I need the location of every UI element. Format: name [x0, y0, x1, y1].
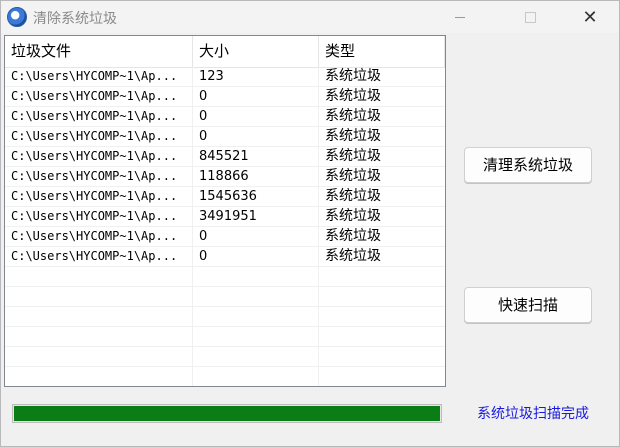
column-header-file[interactable]: 垃圾文件: [5, 36, 193, 67]
minimize-button[interactable]: [437, 1, 483, 33]
cell-type: 系统垃圾: [325, 148, 381, 164]
cell-file-path: C:\Users\HYCOMP~1\Ap...: [11, 89, 178, 103]
table-row[interactable]: C:\Users\HYCOMP~1\Ap... 123 系统垃圾: [5, 67, 445, 87]
table-row[interactable]: [5, 307, 445, 327]
cell-type: 系统垃圾: [325, 128, 381, 144]
title-bar[interactable]: 清除系统垃圾 ✕: [1, 1, 619, 33]
maximize-icon: [524, 11, 536, 23]
cell-file-path: C:\Users\HYCOMP~1\Ap...: [11, 109, 178, 123]
table-row[interactable]: C:\Users\HYCOMP~1\Ap... 0 系统垃圾: [5, 247, 445, 267]
table-row[interactable]: C:\Users\HYCOMP~1\Ap... 845521 系统垃圾: [5, 147, 445, 167]
cell-type: 系统垃圾: [325, 208, 381, 224]
cell-file-path: C:\Users\HYCOMP~1\Ap...: [11, 69, 178, 83]
table-row[interactable]: [5, 327, 445, 347]
clean-junk-button[interactable]: 清理系统垃圾: [464, 147, 592, 183]
cell-size: 0: [199, 89, 208, 104]
cell-file-path: C:\Users\HYCOMP~1\Ap...: [11, 189, 178, 203]
cell-size: 0: [199, 229, 208, 244]
cell-size: 1545636: [199, 189, 257, 204]
table-row[interactable]: [5, 367, 445, 386]
list-header: 垃圾文件 大小 类型: [5, 36, 445, 68]
cell-type: 系统垃圾: [325, 188, 381, 204]
table-row[interactable]: C:\Users\HYCOMP~1\Ap... 0 系统垃圾: [5, 127, 445, 147]
table-row[interactable]: C:\Users\HYCOMP~1\Ap... 0 系统垃圾: [5, 107, 445, 127]
close-icon: ✕: [582, 6, 598, 28]
window-title: 清除系统垃圾: [33, 11, 117, 27]
table-row[interactable]: C:\Users\HYCOMP~1\Ap... 1545636 系统垃圾: [5, 187, 445, 207]
cell-size: 0: [199, 249, 208, 264]
cell-file-path: C:\Users\HYCOMP~1\Ap...: [11, 229, 178, 243]
table-row[interactable]: C:\Users\HYCOMP~1\Ap... 3491951 系统垃圾: [5, 207, 445, 227]
column-header-size[interactable]: 大小: [193, 36, 319, 67]
quick-scan-button[interactable]: 快速扫描: [464, 287, 592, 323]
minimize-icon: [455, 16, 465, 18]
table-row[interactable]: C:\Users\HYCOMP~1\Ap... 118866 系统垃圾: [5, 167, 445, 187]
cell-file-path: C:\Users\HYCOMP~1\Ap...: [11, 149, 178, 163]
cell-file-path: C:\Users\HYCOMP~1\Ap...: [11, 249, 178, 263]
cell-file-path: C:\Users\HYCOMP~1\Ap...: [11, 129, 178, 143]
cell-file-path: C:\Users\HYCOMP~1\Ap...: [11, 169, 178, 183]
column-header-type[interactable]: 类型: [319, 36, 445, 67]
maximize-button[interactable]: [507, 1, 553, 33]
cell-size: 3491951: [199, 209, 257, 224]
cell-size: 123: [199, 69, 224, 84]
table-row[interactable]: [5, 347, 445, 367]
app-logo-icon: [7, 7, 27, 27]
cell-type: 系统垃圾: [325, 168, 381, 184]
cell-file-path: C:\Users\HYCOMP~1\Ap...: [11, 209, 178, 223]
status-text: 系统垃圾扫描完成: [477, 406, 589, 422]
progress-fill: [14, 406, 440, 421]
table-row[interactable]: [5, 287, 445, 307]
cell-type: 系统垃圾: [325, 108, 381, 124]
cell-size: 845521: [199, 149, 249, 164]
close-button[interactable]: ✕: [567, 1, 613, 33]
cell-type: 系统垃圾: [325, 88, 381, 104]
main-window: 清除系统垃圾 ✕ 垃圾文件 大小 类型 C:\Users\HYCOMP~1\Ap…: [0, 0, 620, 447]
cell-type: 系统垃圾: [325, 248, 381, 264]
cell-size: 0: [199, 109, 208, 124]
cell-type: 系统垃圾: [325, 228, 381, 244]
scan-progress-bar: [12, 404, 442, 423]
table-row[interactable]: [5, 267, 445, 287]
junk-file-list[interactable]: 垃圾文件 大小 类型 C:\Users\HYCOMP~1\Ap... 123 系统垃…: [4, 35, 446, 387]
table-row[interactable]: C:\Users\HYCOMP~1\Ap... 0 系统垃圾: [5, 227, 445, 247]
cell-size: 0: [199, 129, 208, 144]
cell-type: 系统垃圾: [325, 68, 381, 84]
table-row[interactable]: C:\Users\HYCOMP~1\Ap... 0 系统垃圾: [5, 87, 445, 107]
cell-size: 118866: [199, 169, 249, 184]
